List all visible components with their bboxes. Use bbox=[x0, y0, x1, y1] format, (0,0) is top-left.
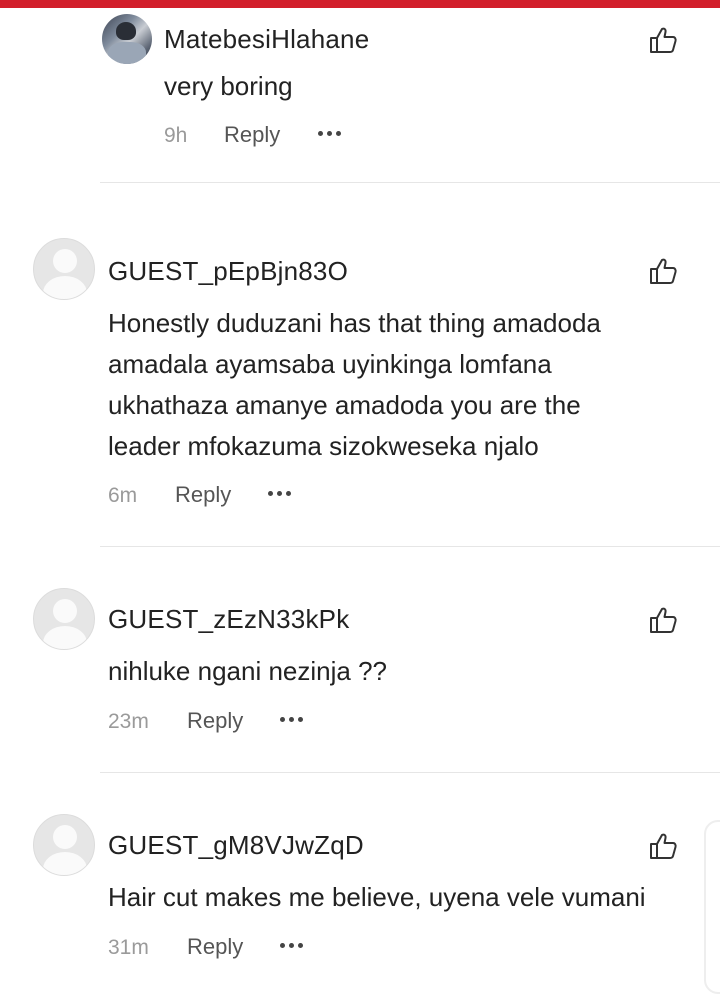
comment-username[interactable]: MatebesiHlahane bbox=[164, 24, 369, 55]
comment-text: nihluke ngani nezinja ?? bbox=[108, 656, 387, 686]
more-options-icon[interactable] bbox=[318, 131, 342, 137]
divider bbox=[100, 182, 720, 183]
comment-time: 31m bbox=[108, 936, 149, 959]
comment-username[interactable]: GUEST_gM8VJwZqD bbox=[108, 830, 364, 861]
thumbs-up-icon[interactable] bbox=[648, 25, 678, 55]
comment-text-line: amadala ayamsaba uyinkinga lomfana bbox=[108, 349, 552, 379]
avatar[interactable] bbox=[33, 588, 95, 650]
more-options-icon[interactable] bbox=[280, 717, 304, 723]
avatar[interactable] bbox=[33, 814, 95, 876]
thumbs-up-icon[interactable] bbox=[648, 831, 678, 861]
comment-username[interactable]: GUEST_pEpBjn83O bbox=[108, 256, 348, 287]
thumbs-up-icon[interactable] bbox=[648, 605, 678, 635]
comment-text-line: leader mfokazuma sizokweseka njalo bbox=[108, 431, 539, 461]
divider bbox=[100, 772, 720, 773]
comment-text-line: ukhathaza amanye amadoda you are the bbox=[108, 390, 581, 420]
thumbs-up-icon[interactable] bbox=[648, 256, 678, 286]
avatar[interactable] bbox=[33, 238, 95, 300]
comment-text: Hair cut makes me believe, uyena vele vu… bbox=[108, 882, 646, 912]
comment-time: 23m bbox=[108, 710, 149, 733]
avatar[interactable] bbox=[102, 14, 152, 64]
comment-time: 6m bbox=[108, 484, 138, 507]
more-options-icon[interactable] bbox=[280, 943, 304, 949]
reply-button[interactable]: Reply bbox=[175, 482, 231, 508]
floating-panel-edge bbox=[704, 820, 720, 994]
comment-text: very boring bbox=[164, 71, 293, 101]
top-accent-bar bbox=[0, 0, 720, 8]
reply-button[interactable]: Reply bbox=[187, 934, 243, 960]
reply-button[interactable]: Reply bbox=[224, 122, 280, 148]
divider bbox=[100, 546, 720, 547]
reply-button[interactable]: Reply bbox=[187, 708, 243, 734]
more-options-icon[interactable] bbox=[268, 491, 292, 497]
comment-text-line: Honestly duduzani has that thing amadoda bbox=[108, 308, 601, 338]
comment-username[interactable]: GUEST_zEzN33kPk bbox=[108, 604, 349, 635]
comment-time: 9h bbox=[164, 124, 188, 147]
